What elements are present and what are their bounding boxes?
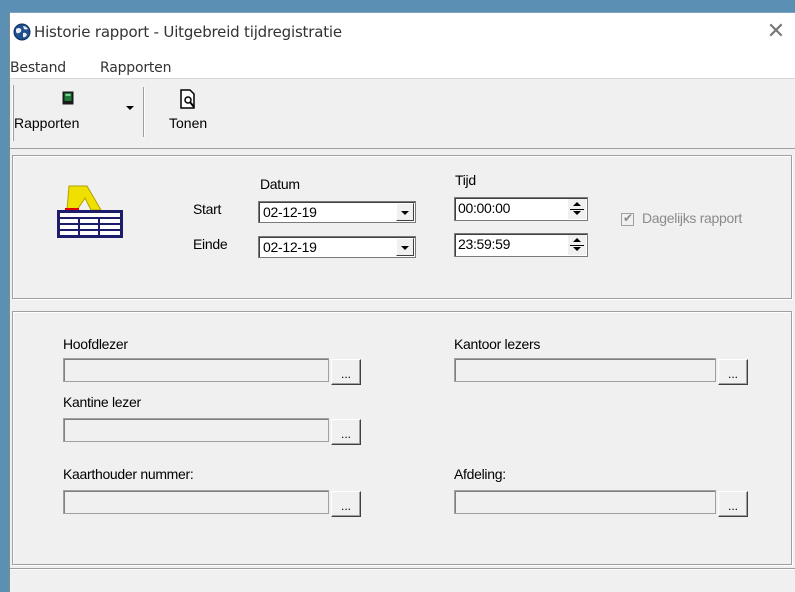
rapporten-button[interactable]: Rapporten — [14, 83, 140, 143]
filter-panel: Hoofdlezer ... Kantoor lezers ... Kantin… — [12, 311, 792, 565]
spin-down-icon[interactable] — [568, 245, 586, 255]
kaarthouder-nummer-browse-button[interactable]: ... — [331, 491, 361, 517]
kantine-lezer-label: Kantine lezer — [63, 394, 141, 410]
einde-time-spinner[interactable]: 23:59:59 — [454, 233, 588, 257]
hoofdlezer-label: Hoofdlezer — [63, 336, 128, 352]
einde-date-value: 02-12-19 — [263, 239, 317, 255]
kantoor-lezers-field[interactable] — [454, 358, 716, 382]
spin-arrows[interactable] — [568, 235, 586, 255]
spin-arrows[interactable] — [568, 199, 586, 219]
report-table-icon — [57, 185, 123, 238]
menu-rapporten[interactable]: Rapporten — [100, 60, 171, 76]
hoofdlezer-field[interactable] — [63, 358, 329, 382]
rapporten-label: Rapporten — [14, 115, 80, 131]
afdeling-field[interactable] — [454, 490, 716, 514]
spin-down-icon[interactable] — [568, 209, 586, 219]
afdeling-browse-button[interactable]: ... — [718, 491, 748, 517]
report-book-icon — [62, 91, 74, 105]
status-bar — [10, 568, 795, 592]
chevron-down-icon[interactable] — [125, 105, 135, 111]
tonen-label: Tonen — [169, 115, 208, 131]
tijd-label: Tijd — [455, 172, 476, 188]
close-button[interactable]: ✕ — [761, 19, 791, 47]
kaarthouder-nummer-label: Kaarthouder nummer: — [63, 466, 194, 482]
daily-report-box[interactable]: ✔ — [621, 211, 634, 226]
kantine-lezer-field[interactable] — [63, 418, 329, 442]
hoofdlezer-browse-button[interactable]: ... — [331, 359, 361, 385]
kantoor-lezers-label: Kantoor lezers — [454, 336, 541, 352]
tonen-button[interactable]: Tonen — [160, 83, 230, 143]
afdeling-label: Afdeling: — [454, 466, 506, 482]
daily-report-label: Dagelijks rapport — [642, 210, 742, 226]
chevron-down-icon[interactable] — [396, 238, 414, 256]
toolbar: Rapporten Tonen — [10, 81, 795, 149]
kantoor-lezers-browse-button[interactable]: ... — [718, 359, 748, 385]
toolbar-separator — [143, 87, 145, 137]
einde-date-dropdown[interactable]: 02-12-19 — [258, 236, 416, 258]
start-label: Start — [193, 201, 222, 217]
report-history-window: Historie rapport - Uitgebreid tijdregist… — [9, 12, 795, 592]
start-date-dropdown[interactable]: 02-12-19 — [258, 201, 416, 223]
start-time-value: 00:00:00 — [458, 200, 511, 216]
menu-bar: Bestand Rapporten — [10, 57, 795, 79]
globe-icon — [13, 23, 31, 41]
checkmark-icon: ✔ — [623, 211, 634, 225]
spin-up-icon[interactable] — [568, 199, 586, 209]
einde-label: Einde — [193, 236, 228, 252]
kantine-lezer-browse-button[interactable]: ... — [331, 419, 361, 445]
start-date-value: 02-12-19 — [263, 204, 317, 220]
window-title: Historie rapport - Uitgebreid tijdregist… — [34, 23, 342, 41]
menu-bestand[interactable]: Bestand — [10, 60, 66, 76]
datum-label: Datum — [260, 176, 300, 192]
start-time-spinner[interactable]: 00:00:00 — [454, 197, 588, 221]
title-bar[interactable]: Historie rapport - Uitgebreid tijdregist… — [10, 13, 795, 57]
spin-up-icon[interactable] — [568, 235, 586, 245]
einde-time-value: 23:59:59 — [458, 236, 511, 252]
kaarthouder-nummer-field[interactable] — [63, 490, 329, 514]
chevron-down-icon[interactable] — [396, 203, 414, 221]
print-preview-icon — [180, 89, 195, 109]
date-time-panel: Datum Tijd Start Einde 02-12-19 02-12-19… — [12, 155, 792, 299]
